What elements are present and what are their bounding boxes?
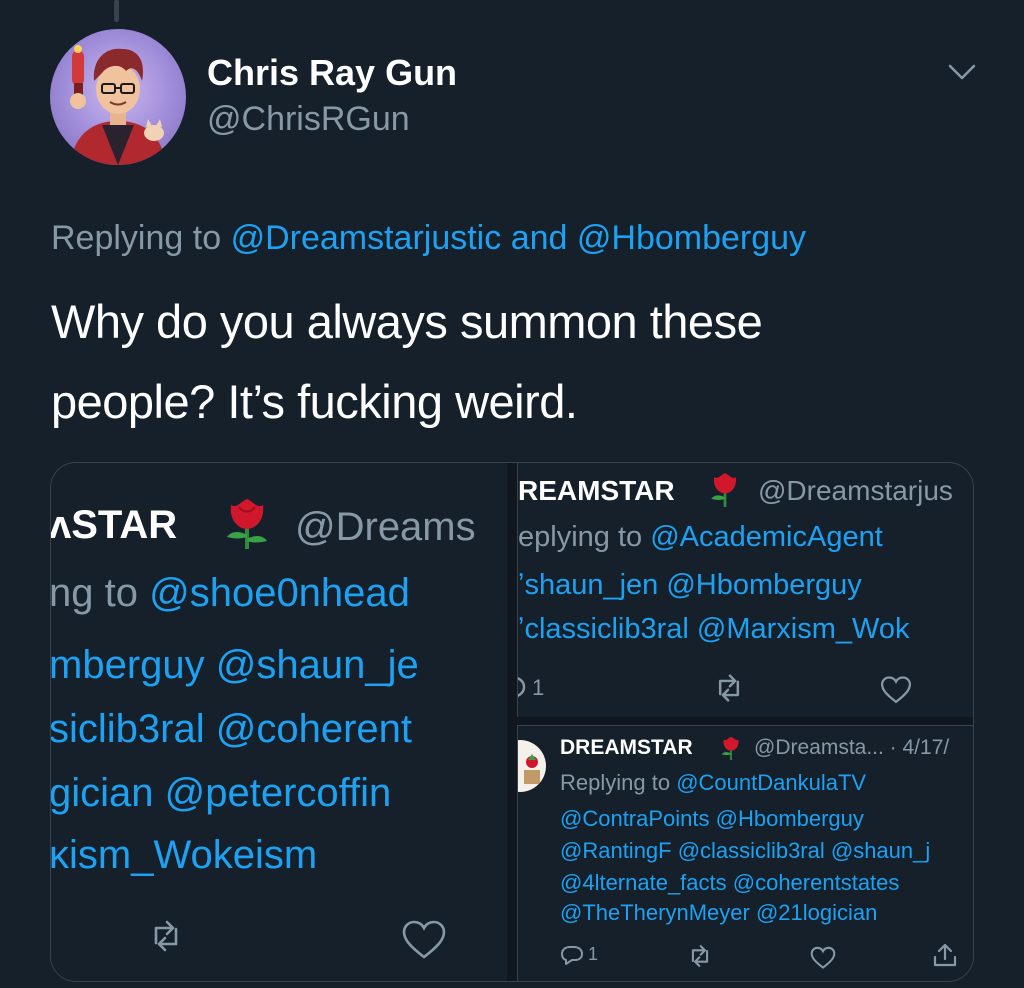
screenshot-name: DREAMSTAR (560, 736, 693, 759)
screenshot-mentions-line-3: siclib3ral @coherent (51, 707, 412, 751)
screenshot-mention: @shoe0nhead (149, 571, 410, 615)
rose-emoji (718, 732, 744, 762)
media-image-bottom-right[interactable]: DREAMSTAR @Dreamsta... · 4/17/ Replying … (517, 725, 973, 981)
reply-icon (560, 944, 584, 966)
screenshot-name: ʌSTAR (51, 503, 178, 547)
avatar[interactable] (50, 29, 186, 165)
share-icon (932, 942, 958, 968)
mention-link-hbomberguy[interactable]: @Hbomberguy (577, 219, 806, 257)
reply-count: 1 (588, 944, 599, 964)
screenshot-mentions-line-4: gician @petercoffin (51, 771, 392, 815)
media-divider-horizontal (517, 717, 973, 725)
reply-count: 1 (532, 675, 545, 700)
screenshot-mentions-line-3: @RantingF @classiclib3ral @shaun_j (560, 838, 931, 863)
replying-prefix: Replying to (51, 219, 222, 257)
replying-and[interactable]: and (511, 219, 568, 257)
reply-icon (518, 673, 526, 701)
like-icon (810, 946, 836, 970)
user-handle[interactable]: @ChrisRGun (207, 100, 410, 139)
thread-connector (114, 0, 119, 22)
display-name[interactable]: Chris Ray Gun (207, 52, 457, 94)
screenshot-handle: @Dreams (295, 505, 476, 549)
screenshot-replying-prefix: Replying to (560, 770, 671, 795)
replying-to-line: Replying to @Dreamstarjustic and @Hbombe… (51, 219, 806, 258)
screenshot-replying-line: Replying to @CountDankulaTV (560, 770, 866, 796)
like-icon (401, 919, 447, 961)
tweet-text-line-1: Why do you always summon these (51, 295, 763, 348)
retweet-icon (714, 673, 744, 703)
screenshot-replying-prefix: ng to (51, 571, 138, 615)
screenshot-replying-prefix: eplying to (518, 521, 643, 553)
screenshot-mentions-line-2: ʼshaun_jen @Hbomberguy (518, 569, 862, 601)
screenshot-mentions-line-5: κism_Wokeism (51, 833, 318, 877)
retweet-icon (688, 944, 712, 968)
screenshot-mentions-line-3: ʼclassiclib3ral @Marxism_Wok (518, 613, 910, 645)
chevron-down-icon[interactable] (946, 60, 978, 84)
media-image-top-right[interactable]: REAMSTAR @Dreamstarjus eplying to @Acade… (517, 463, 973, 717)
screenshot-avatar (518, 740, 546, 792)
screenshot-mentions-line-2: @ContraPoints @Hbomberguy (560, 806, 864, 831)
screenshot-handle: @Dreamstarjus (758, 475, 953, 506)
rose-emoji (219, 491, 275, 551)
tweet-text: Why do you always summon these people? I… (51, 282, 951, 442)
mention-link-dreamstar[interactable]: @Dreamstarjustic (231, 219, 502, 257)
like-icon (880, 675, 912, 705)
tweet-text-line-2: people? It’s fucking weird. (51, 375, 578, 428)
screenshot-mentions-line-5: @TheTherynMeyer @21logician (560, 900, 878, 925)
screenshot-name: REAMSTAR (518, 475, 675, 506)
attached-media-grid[interactable]: ʌSTAR @Dreams ng to @shoe0nhead mberguy … (50, 462, 974, 982)
media-divider-vertical (507, 463, 517, 981)
screenshot-mentions-line-4: @4lternate_facts @coherentstates (560, 870, 900, 895)
screenshot-replying-line: ng to @shoe0nhead (51, 571, 410, 616)
screenshot-mention: @CountDankulaTV (676, 770, 867, 795)
retweet-icon (149, 919, 183, 953)
screenshot-replying-line: eplying to @AcademicAgent (518, 521, 883, 554)
screenshot-mention: @AcademicAgent (650, 521, 883, 553)
screenshot-mentions-line-2: mberguy @shaun_je (51, 643, 419, 687)
screenshot-handle-time: @Dreamsta... · 4/17/ (754, 736, 950, 759)
media-image-left[interactable]: ʌSTAR @Dreams ng to @shoe0nhead mberguy … (51, 463, 507, 981)
rose-emoji (706, 467, 744, 509)
